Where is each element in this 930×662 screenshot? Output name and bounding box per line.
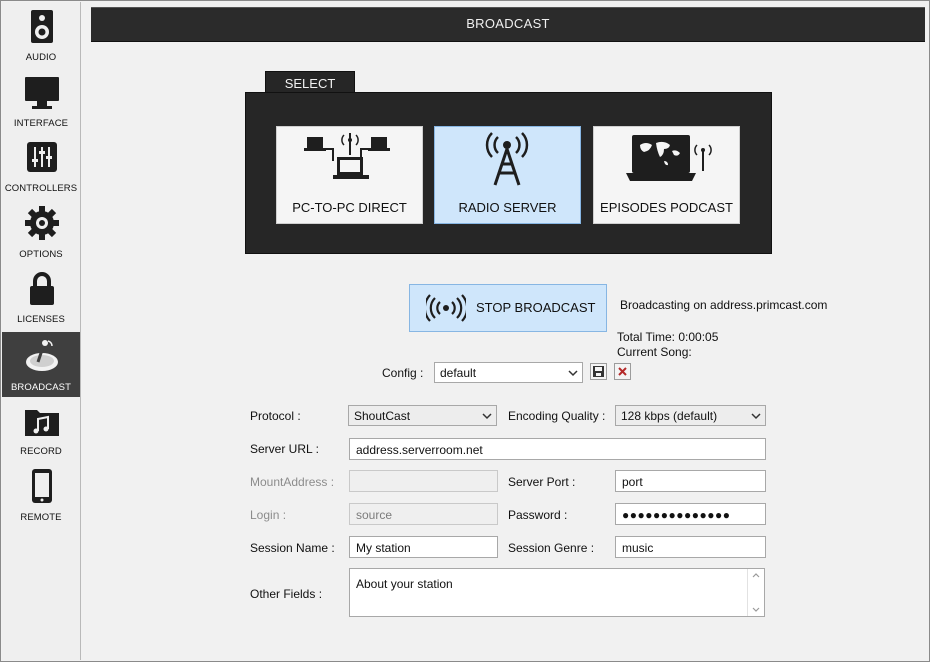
other-fields-label: Other Fields :: [250, 587, 323, 601]
save-icon: [593, 366, 604, 377]
sidebar-item-licenses[interactable]: LICENSES: [2, 264, 80, 329]
save-config-button[interactable]: [590, 363, 607, 380]
chevron-down-icon: [482, 413, 492, 420]
scroll-arrows-icon: [752, 573, 760, 612]
select-tab: SELECT: [265, 71, 355, 94]
broadcast-status: Broadcasting on address.primcast.com: [620, 298, 828, 312]
sliders-icon: [27, 142, 57, 172]
server-url-input[interactable]: address.serverroom.net: [349, 438, 766, 460]
other-fields-textarea[interactable]: About your station: [349, 568, 765, 617]
current-song: Current Song:: [617, 345, 692, 359]
stop-broadcast-label: STOP BROADCAST: [476, 300, 596, 315]
textarea-scrollbar[interactable]: [747, 569, 764, 616]
sidebar-item-interface[interactable]: INTERFACE: [2, 68, 80, 133]
sidebar-item-label: AUDIO: [25, 52, 57, 63]
speaker-icon: [31, 10, 53, 43]
protocol-value: ShoutCast: [354, 409, 411, 423]
sidebar-item-label: LICENSES: [17, 314, 65, 325]
option-radio-server[interactable]: RADIO SERVER: [434, 126, 581, 224]
lock-icon: [30, 272, 54, 305]
config-select[interactable]: default: [434, 362, 583, 383]
sidebar: AUDIO INTERFACE CONTROLLERS OPTIONS LICE…: [2, 2, 81, 660]
password-input[interactable]: ●●●●●●●●●●●●●●: [615, 503, 766, 525]
config-value: default: [440, 366, 477, 380]
close-icon: [618, 367, 627, 376]
mount-address-input[interactable]: [349, 470, 498, 492]
radio-tower-icon: [485, 132, 529, 186]
phone-icon: [32, 469, 52, 503]
option-label: RADIO SERVER: [458, 200, 557, 215]
sidebar-item-remote[interactable]: REMOTE: [2, 462, 80, 527]
sidebar-item-controllers[interactable]: CONTROLLERS: [2, 133, 80, 198]
monitor-icon: [25, 77, 59, 109]
sidebar-item-label: REMOTE: [20, 512, 62, 523]
chevron-down-icon: [751, 413, 761, 420]
session-name-input[interactable]: My station: [349, 536, 498, 558]
music-folder-icon: [25, 410, 59, 436]
server-url-label: Server URL :: [250, 442, 319, 456]
sidebar-item-record[interactable]: RECORD: [2, 396, 80, 461]
sidebar-item-options[interactable]: OPTIONS: [2, 199, 80, 264]
mount-address-label: MountAddress :: [250, 475, 335, 489]
sidebar-item-audio[interactable]: AUDIO: [2, 2, 80, 67]
protocol-select[interactable]: ShoutCast: [348, 405, 497, 426]
sidebar-item-label: INTERFACE: [13, 118, 69, 129]
password-label: Password :: [508, 508, 568, 522]
session-name-label: Session Name :: [250, 541, 335, 555]
option-pc-to-pc-direct[interactable]: PC-TO-PC DIRECT: [276, 126, 423, 224]
session-genre-label: Session Genre :: [508, 541, 595, 555]
sidebar-item-label: RECORD: [20, 446, 62, 457]
sidebar-item-label: CONTROLLERS: [4, 183, 78, 194]
total-time: Total Time: 0:00:05: [617, 330, 719, 344]
protocol-label: Protocol :: [250, 409, 301, 423]
sidebar-item-broadcast[interactable]: BROADCAST: [2, 332, 80, 397]
delete-config-button[interactable]: [614, 363, 631, 380]
encoding-quality-value: 128 kbps (default): [621, 409, 718, 423]
sidebar-item-label: OPTIONS: [19, 249, 63, 260]
option-label: EPISODES PODCAST: [600, 200, 733, 215]
config-label: Config :: [382, 366, 424, 380]
chevron-down-icon: [568, 370, 578, 377]
session-genre-input[interactable]: music: [615, 536, 766, 558]
broadcast-dish-icon: [26, 340, 58, 371]
option-episodes-podcast[interactable]: EPISODES PODCAST: [593, 126, 740, 224]
gear-icon: [25, 206, 59, 240]
broadcast-type-panel: PC-TO-PC DIRECT RADIO SERVER EPISODES PO…: [245, 92, 772, 254]
sidebar-item-label: BROADCAST: [10, 382, 72, 393]
encoding-quality-select[interactable]: 128 kbps (default): [615, 405, 766, 426]
encoding-quality-label: Encoding Quality :: [508, 409, 606, 423]
page-title: BROADCAST: [91, 7, 925, 42]
broadcast-settings-window: AUDIO INTERFACE CONTROLLERS OPTIONS LICE…: [0, 0, 930, 662]
network-computers-icon: [304, 133, 390, 179]
login-label: Login :: [250, 508, 287, 522]
server-port-input[interactable]: port: [615, 470, 766, 492]
other-fields-value: About your station: [356, 577, 453, 591]
server-port-label: Server Port :: [508, 475, 576, 489]
login-input[interactable]: source: [349, 503, 498, 525]
laptop-world-icon: [626, 135, 712, 181]
stop-broadcast-button[interactable]: STOP BROADCAST: [409, 284, 607, 332]
option-label: PC-TO-PC DIRECT: [292, 200, 407, 215]
broadcast-waves-icon: [426, 294, 466, 322]
